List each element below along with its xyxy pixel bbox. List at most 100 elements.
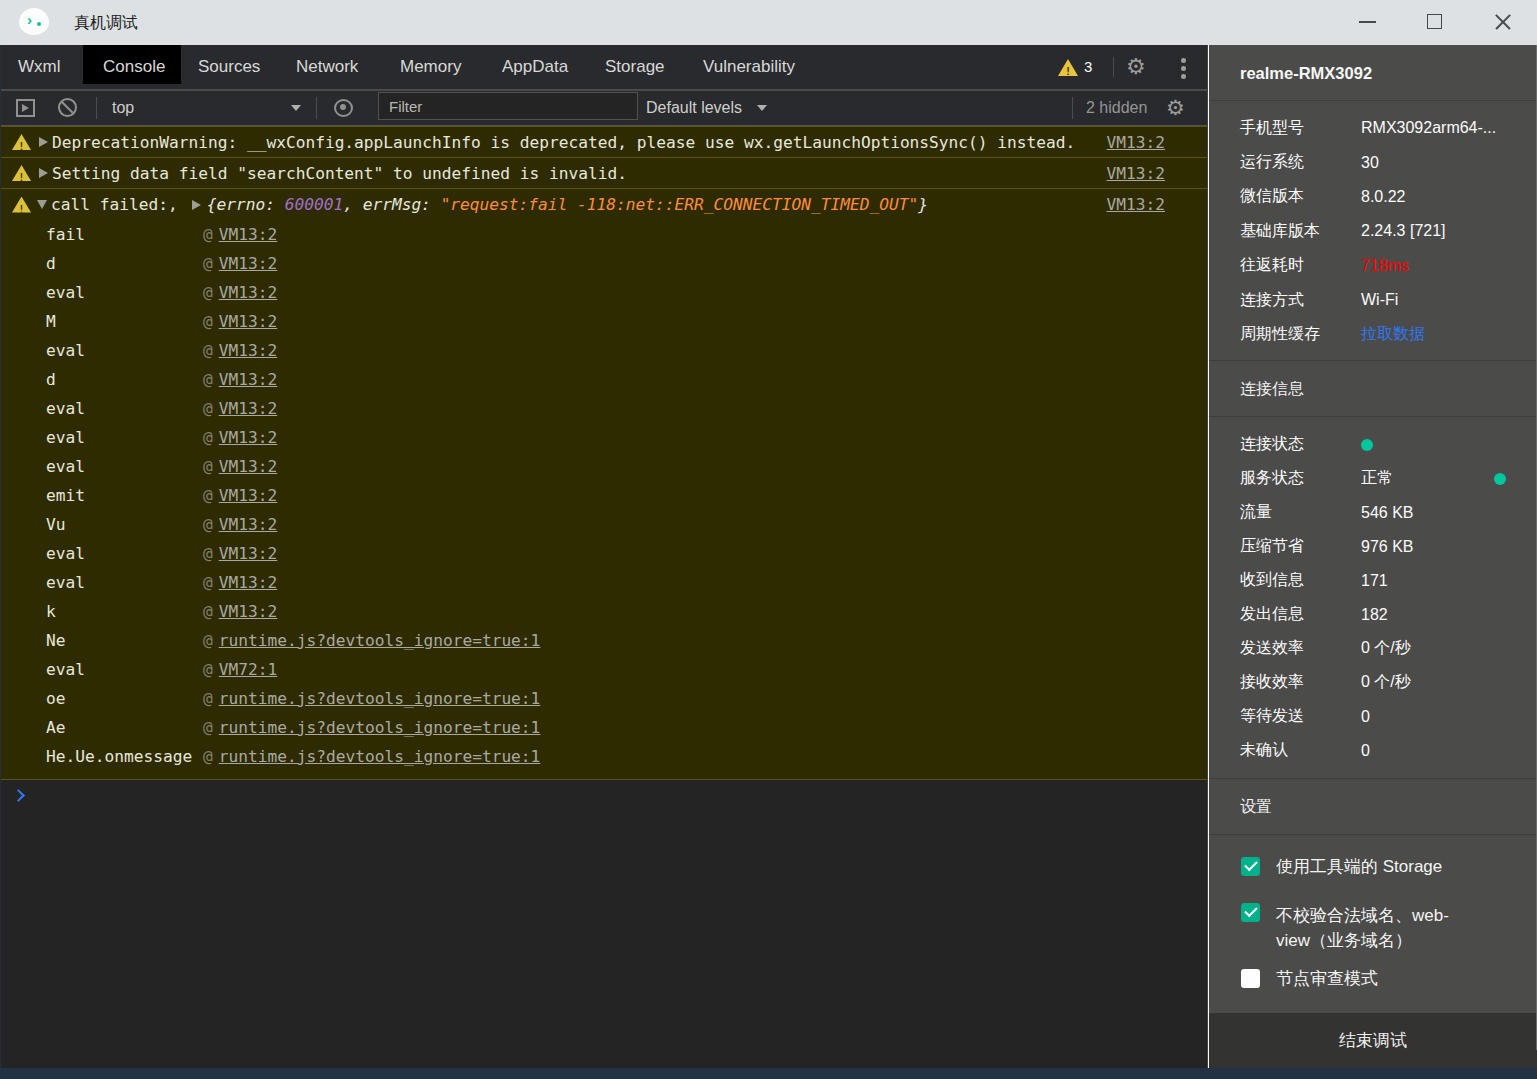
stack-frame: Vu@VM13:2: [46, 510, 1165, 539]
source-link[interactable]: VM13:2: [1107, 195, 1165, 214]
hidden-count: 2 hidden: [1086, 91, 1147, 124]
context-dropdown-arrow[interactable]: [291, 105, 301, 111]
setting-node-inspect[interactable]: 节点审查模式: [1241, 969, 1537, 988]
minimize-button[interactable]: [1348, 0, 1388, 44]
source-link[interactable]: VM13:2: [1107, 164, 1165, 183]
stack-frame: eval@VM72:1: [46, 655, 1165, 684]
info-row: 往返耗时718ms: [1209, 249, 1537, 283]
warning-icon[interactable]: [1058, 59, 1078, 76]
stack-frame: eval@VM13:2: [46, 568, 1165, 597]
log-levels-selector[interactable]: Default levels: [646, 91, 742, 124]
tab-console[interactable]: Console: [103, 45, 165, 89]
tab-appdata[interactable]: AppData: [502, 45, 568, 89]
stack-link[interactable]: VM13:2: [219, 370, 277, 389]
stack-link[interactable]: VM13:2: [219, 341, 277, 360]
info-row: 微信版本8.0.22: [1209, 180, 1537, 214]
stat-row: 未确认0: [1209, 734, 1537, 768]
stack-frame: He.Ue.onmessage@runtime.js?devtools_igno…: [46, 742, 1165, 771]
stack-link[interactable]: VM13:2: [219, 428, 277, 447]
tab-wxml[interactable]: Wxml: [18, 45, 60, 89]
setting-storage[interactable]: 使用工具端的 Storage: [1241, 857, 1537, 876]
stack-link[interactable]: runtime.js?devtools_ignore=true:1: [219, 718, 541, 737]
collapse-arrow-icon[interactable]: [37, 200, 47, 209]
console-settings-icon[interactable]: ⚙: [1166, 91, 1185, 124]
device-info-section: 手机型号RMX3092arm64-... 运行系统30 微信版本8.0.22 基…: [1209, 101, 1537, 361]
source-link[interactable]: VM13:2: [1107, 133, 1165, 152]
stack-frame: oe@runtime.js?devtools_ignore=true:1: [46, 684, 1165, 713]
checkbox-checked[interactable]: [1241, 857, 1260, 876]
stack-link[interactable]: runtime.js?devtools_ignore=true:1: [219, 631, 541, 650]
stack-link[interactable]: runtime.js?devtools_ignore=true:1: [219, 689, 541, 708]
title-bar: › 真机调试: [0, 0, 1537, 45]
more-menu-icon[interactable]: [1181, 58, 1186, 82]
setting-skip-domain-check[interactable]: 不校验合法域名、web-view（业务域名）: [1241, 903, 1537, 953]
tab-sources[interactable]: Sources: [198, 45, 260, 89]
checkbox-checked[interactable]: [1241, 903, 1260, 922]
object-expand-arrow-icon[interactable]: [192, 200, 201, 210]
stack-link[interactable]: VM72:1: [219, 660, 277, 679]
warning-triangle-icon: [12, 134, 31, 150]
stack-link[interactable]: VM13:2: [219, 602, 277, 621]
stack-link[interactable]: VM13:2: [219, 254, 277, 273]
console-prompt[interactable]: [0, 780, 1207, 820]
device-name: realme-RMX3092: [1209, 45, 1537, 101]
stack-frame: eval@VM13:2: [46, 278, 1165, 307]
warning-message: DeprecationWarning: __wxConfig.appLaunch…: [52, 133, 1075, 152]
stack-frame: emit@VM13:2: [46, 481, 1165, 510]
checkbox-unchecked[interactable]: [1241, 969, 1260, 988]
maximize-button[interactable]: [1415, 0, 1455, 44]
info-row: 周期性缓存拉取数据: [1209, 317, 1537, 351]
console-error-row: call failed:, {errno: 600001, errMsg: "r…: [12, 189, 1165, 220]
expand-arrow-icon[interactable]: [39, 168, 48, 178]
stack-link[interactable]: VM13:2: [219, 225, 277, 244]
stack-link[interactable]: VM13:2: [219, 515, 277, 534]
stack-link[interactable]: VM13:2: [219, 573, 277, 592]
roundtrip-value: 718ms: [1361, 257, 1409, 275]
tab-memory[interactable]: Memory: [400, 45, 461, 89]
warning-count[interactable]: 3: [1084, 45, 1092, 89]
stack-link[interactable]: runtime.js?devtools_ignore=true:1: [219, 747, 541, 766]
settings-section: 使用工具端的 Storage 不校验合法域名、web-view（业务域名） 节点…: [1209, 835, 1537, 988]
tab-network[interactable]: Network: [296, 45, 358, 89]
stack-link[interactable]: VM13:2: [219, 457, 277, 476]
console-error-group: call failed:, {errno: 600001, errMsg: "r…: [0, 188, 1207, 780]
clear-console-icon[interactable]: [58, 98, 77, 117]
warning-message: Setting data field "searchContent" to un…: [52, 164, 627, 183]
expand-arrow-icon[interactable]: [39, 137, 48, 147]
bottom-strip: [0, 1068, 1537, 1079]
console-log: DeprecationWarning: __wxConfig.appLaunch…: [0, 126, 1207, 820]
stack-frame: Ne@runtime.js?devtools_ignore=true:1: [46, 626, 1165, 655]
filter-input[interactable]: [378, 92, 638, 120]
levels-dropdown-arrow[interactable]: [757, 105, 767, 111]
device-panel: realme-RMX3092 手机型号RMX3092arm64-... 运行系统…: [1209, 45, 1537, 1068]
console-warning-row: Setting data field "searchContent" to un…: [0, 157, 1207, 188]
stack-link[interactable]: VM13:2: [219, 312, 277, 331]
connection-status-dot: [1361, 439, 1373, 451]
tab-vulnerability[interactable]: Vulnerability: [703, 45, 795, 89]
object-preview: {errno: 600001, errMsg: "request:fail -1…: [207, 195, 928, 214]
warning-triangle-icon: [12, 165, 31, 181]
stack-link[interactable]: VM13:2: [219, 283, 277, 302]
live-expression-icon[interactable]: [334, 99, 353, 117]
errmsg-value: "request:fail -118:net::ERR_CONNECTION_T…: [441, 195, 919, 214]
stat-row: 收到信息171: [1209, 564, 1537, 598]
prompt-chevron-icon: [12, 789, 25, 802]
stack-frame: Ae@runtime.js?devtools_ignore=true:1: [46, 713, 1165, 742]
stack-link[interactable]: VM13:2: [219, 544, 277, 563]
close-button[interactable]: [1483, 0, 1523, 44]
stack-link[interactable]: VM13:2: [219, 399, 277, 418]
stack-frame: d@VM13:2: [46, 249, 1165, 278]
minimize-icon: [1359, 21, 1376, 23]
settings-header: 设置: [1209, 779, 1537, 835]
window-title: 真机调试: [74, 0, 138, 45]
end-debug-button[interactable]: 结束调试: [1209, 1013, 1537, 1068]
stack-frame: d@VM13:2: [46, 365, 1165, 394]
fetch-data-link[interactable]: 拉取数据: [1361, 324, 1425, 345]
stack-frame: eval@VM13:2: [46, 336, 1165, 365]
warning-triangle-icon: [12, 197, 31, 213]
stack-link[interactable]: VM13:2: [219, 486, 277, 505]
settings-gear-icon[interactable]: ⚙: [1126, 45, 1146, 89]
show-sidebar-icon[interactable]: [16, 99, 35, 117]
tab-storage[interactable]: Storage: [605, 45, 665, 89]
context-selector[interactable]: top: [112, 91, 134, 124]
